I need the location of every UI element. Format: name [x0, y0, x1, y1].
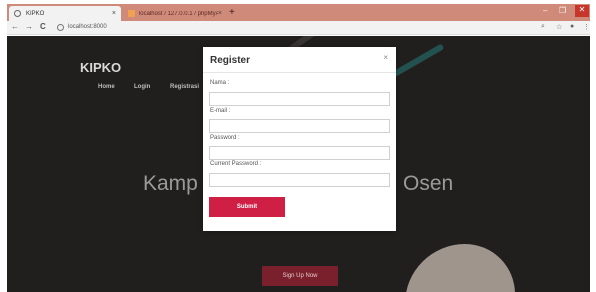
password-label: Password : [210, 135, 240, 141]
tab-title: KIPKO [26, 10, 45, 17]
name-input[interactable] [209, 92, 390, 106]
bookmark-star-icon[interactable]: ☆ [556, 23, 562, 31]
url-field[interactable]: localhost:8000 [68, 24, 107, 30]
tab-phpmyadmin[interactable]: localhost / 127.0.0.1 / phpMyAdmin × [123, 6, 227, 21]
current-password-input[interactable] [209, 173, 390, 187]
forward-icon[interactable]: → [25, 22, 33, 31]
window-close-icon[interactable]: ✕ [575, 5, 589, 17]
hero-text-left: Kamp [143, 172, 198, 195]
globe-icon [14, 10, 21, 17]
close-icon[interactable]: × [383, 53, 388, 62]
menu-icon[interactable]: ⋮ [583, 23, 590, 31]
email-label: E-mail : [210, 108, 231, 114]
nav-registrasi[interactable]: Registrasi [170, 84, 199, 90]
close-tab-icon[interactable]: × [218, 10, 222, 17]
tab-title: localhost / 127.0.0.1 / phpMyAdmin [138, 10, 218, 17]
tab-kipko[interactable]: KIPKO × [9, 6, 121, 21]
name-label: Nama : [210, 80, 230, 86]
nav-login[interactable]: Login [134, 84, 150, 90]
minimize-icon[interactable]: – [543, 6, 547, 15]
address-bar: ← → C localhost:8000 ⌕ ☆ ● ⋮ [7, 21, 590, 35]
phpmyadmin-icon [128, 10, 135, 17]
reload-icon[interactable]: C [40, 22, 46, 31]
tab-bar: KIPKO × localhost / 127.0.0.1 / phpMyAdm… [7, 4, 590, 21]
register-modal: Register × Nama : E-mail : Password : Cu… [203, 47, 396, 231]
current-password-label: Current Password : [210, 161, 262, 167]
sign-up-button[interactable]: Sign Up Now [262, 266, 338, 286]
account-icon[interactable]: ● [570, 23, 574, 30]
close-tab-icon[interactable]: × [112, 10, 116, 17]
nav-home[interactable]: Home [98, 84, 115, 90]
zoom-icon[interactable]: ⌕ [541, 23, 545, 31]
maximize-icon[interactable]: ❐ [559, 6, 566, 15]
back-icon[interactable]: ← [11, 22, 19, 31]
divider [203, 72, 396, 73]
new-tab-button[interactable]: + [229, 7, 235, 18]
browser-window: KIPKO × localhost / 127.0.0.1 / phpMyAdm… [0, 0, 596, 292]
password-input[interactable] [209, 146, 390, 160]
site-brand[interactable]: KIPKO [80, 60, 121, 75]
modal-title: Register [210, 55, 251, 66]
email-input[interactable] [209, 119, 390, 133]
hero-text-right: Osen [403, 172, 454, 195]
info-icon[interactable] [57, 24, 64, 31]
submit-button[interactable]: Submit [209, 197, 285, 217]
